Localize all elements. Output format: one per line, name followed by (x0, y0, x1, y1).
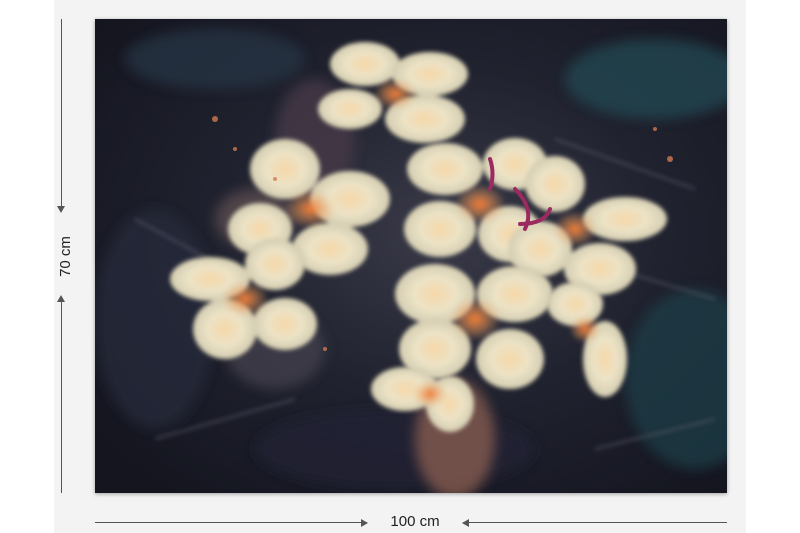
height-dimension-line-top (61, 19, 62, 207)
width-label: 100 cm (390, 513, 440, 530)
height-dimension-line-bottom (61, 301, 62, 493)
width-dimension-line-right (463, 522, 727, 523)
height-label: 70 cm (56, 235, 74, 277)
arrow-down-icon (57, 206, 65, 213)
width-dimension-line-left (95, 522, 367, 523)
width-dimension: 100 cm (95, 512, 727, 532)
height-dimension: 70 cm (52, 19, 74, 493)
arrow-left-icon (462, 519, 469, 527)
canvas-print (95, 19, 727, 493)
height-label-wrap: 70 cm (50, 231, 80, 281)
flower-painting (95, 19, 727, 493)
